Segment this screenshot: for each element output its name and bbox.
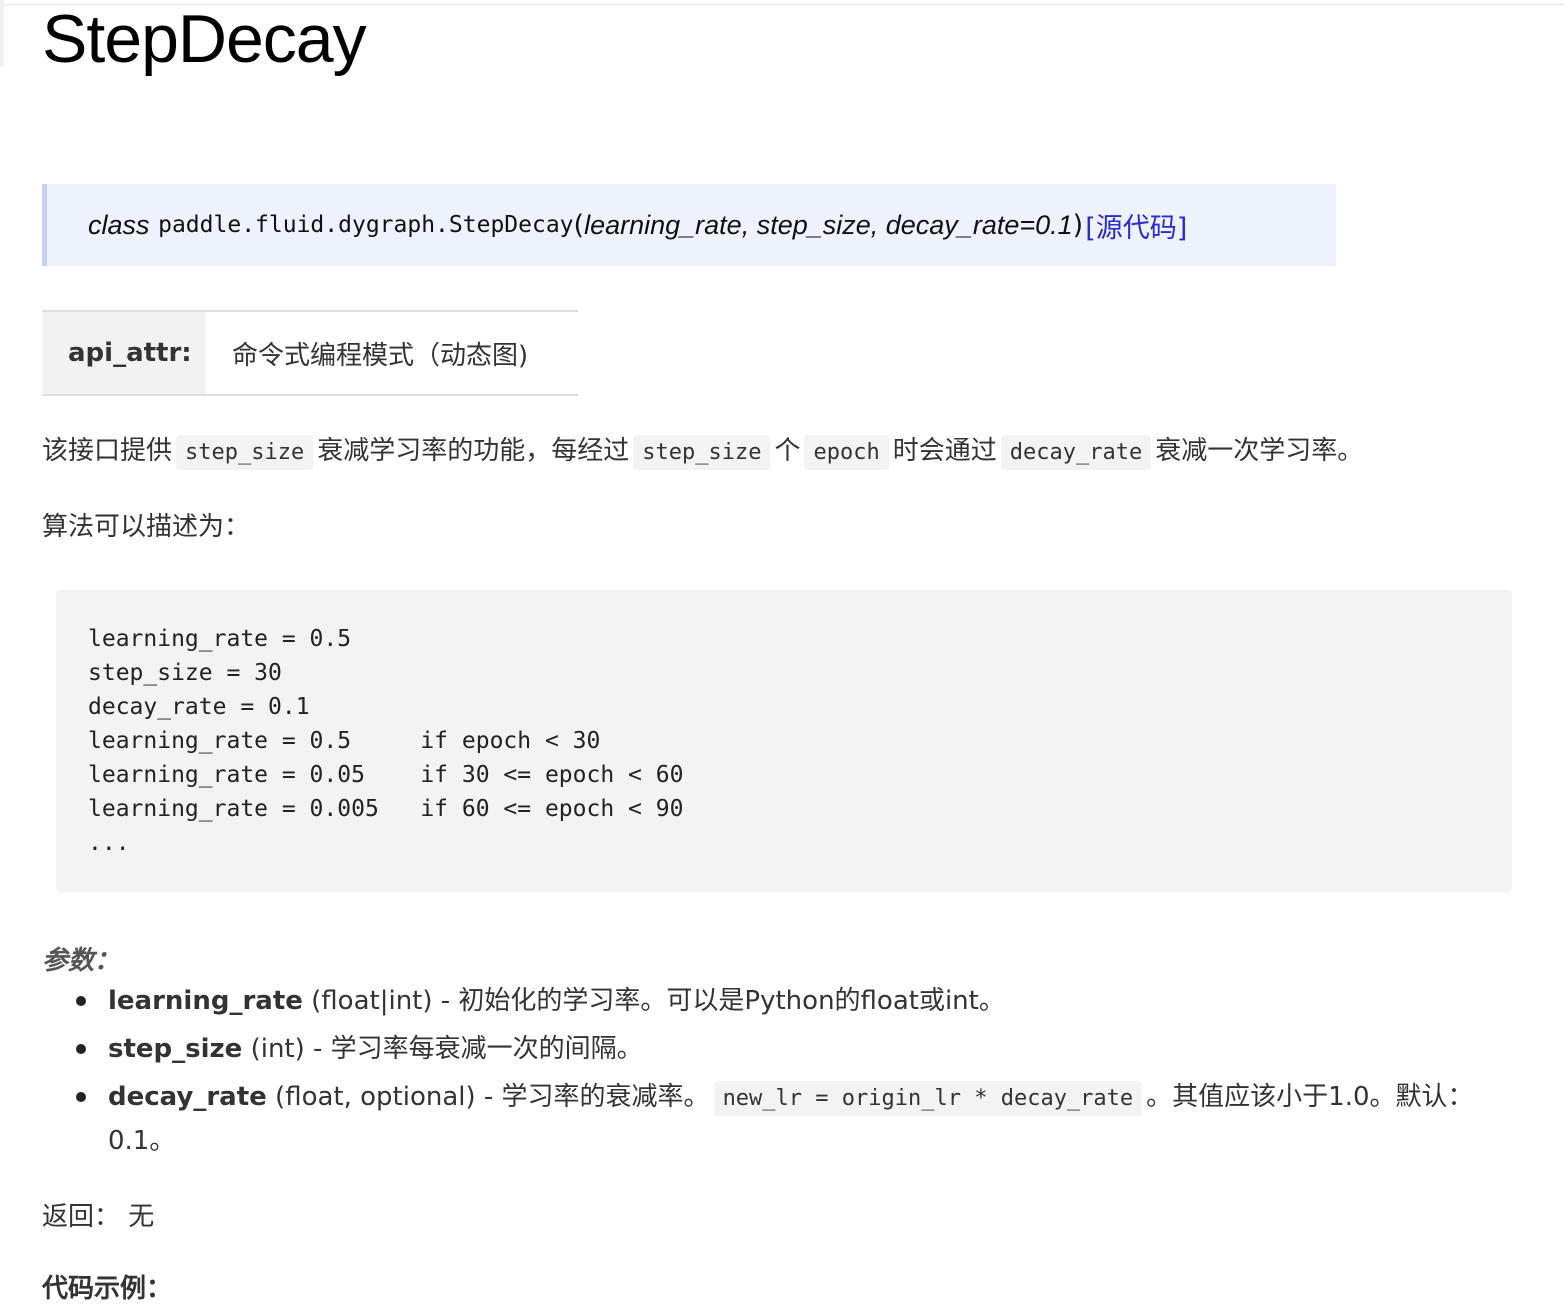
param-item-decay-rate: decay_rate (float, optional) - 学习率的衰减率。 n… [42,1076,1522,1162]
params-list: learning_rate (float|int) - 初始化的学习率。可以是P… [42,980,1522,1168]
signature-params: learning_rate, step_size, decay_rate=0.1 [584,209,1073,240]
api-attr-label: api_attr: [42,312,206,394]
page-title: StepDecay [42,1,367,77]
param-desc: (float|int) - 初始化的学习率。可以是Python的float或in… [311,986,1005,1016]
left-edge-marker [0,0,4,66]
desc-text-5: 衰减一次学习率。 [1155,436,1364,466]
desc-text-4: 时会通过 [892,436,997,466]
inline-code-formula: new_lr = origin_lr * decay_rate [713,1081,1143,1116]
source-code-link[interactable]: [源代码] [1085,206,1187,245]
description-paragraph: 该接口提供 step_size 衰减学习率的功能，每经过 step_size 个 epoc… [42,430,1364,470]
desc-text-1: 该接口提供 [42,436,173,466]
desc-text-3: 个 [774,436,801,466]
param-name: learning_rate [108,986,303,1016]
bullet-icon [76,996,86,1006]
desc-text-2: 衰减学习率的功能，每经过 [317,436,630,466]
bullet-icon [76,1092,86,1102]
signature-path: paddle.fluid.dygraph.StepDecay [158,212,574,238]
example-heading: 代码示例： [42,1274,173,1304]
param-name: step_size [108,1034,243,1064]
params-heading: 参数： [42,946,121,976]
api-signature: class paddle.fluid.dygraph.StepDecay(lea… [42,184,1336,266]
param-desc: (float, optional) - 学习率的衰减率。 [275,1082,710,1112]
param-item-learning-rate: learning_rate (float|int) - 初始化的学习率。可以是P… [42,980,1522,1022]
inline-code-decay-rate: decay_rate [1000,435,1152,470]
returns-line: 返回： 无 [42,1202,155,1232]
param-desc: (int) - 学习率每衰减一次的间隔。 [250,1034,643,1064]
signature-keyword: class [88,209,150,240]
api-attr-value: 命令式编程模式（动态图) [232,340,529,371]
api-attr-table: api_attr: 命令式编程模式（动态图) [42,310,578,396]
signature-open-paren: ( [573,209,585,241]
inline-code-step-size: step_size [176,435,314,470]
param-name: decay_rate [108,1082,267,1112]
signature-close-paren: ) [1072,209,1084,241]
param-item-step-size: step_size (int) - 学习率每衰减一次的间隔。 [42,1028,1522,1070]
bullet-icon [76,1044,86,1054]
inline-code-epoch: epoch [804,435,889,470]
algorithm-intro: 算法可以描述为： [42,512,251,542]
inline-code-step-size-2: step_size [633,435,771,470]
algorithm-code-block: learning_rate = 0.5 step_size = 30 decay… [56,590,1512,892]
